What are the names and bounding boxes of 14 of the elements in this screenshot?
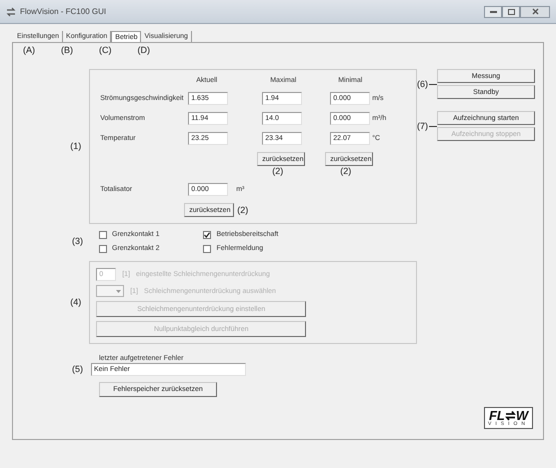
annotation-label: (4) bbox=[70, 298, 82, 307]
annotation-label: (B) bbox=[61, 46, 73, 54]
annotation-label: (C) bbox=[99, 46, 112, 54]
annotation-label: (A) bbox=[23, 46, 35, 54]
annotation-label: (3) bbox=[72, 237, 83, 246]
annotation-label: (1) bbox=[70, 142, 82, 151]
annotation-label: (6) bbox=[417, 80, 428, 88]
annotation-label: (2) bbox=[237, 206, 248, 214]
annotation-label: (2) bbox=[272, 167, 284, 176]
annotation-label: (2) bbox=[340, 167, 352, 176]
annotation-label: (D) bbox=[138, 46, 150, 54]
annotation-label: (7) bbox=[417, 122, 428, 130]
window-title: FlowVision - FC100 GUI bbox=[20, 7, 106, 16]
annotation-label: (5) bbox=[72, 365, 83, 374]
